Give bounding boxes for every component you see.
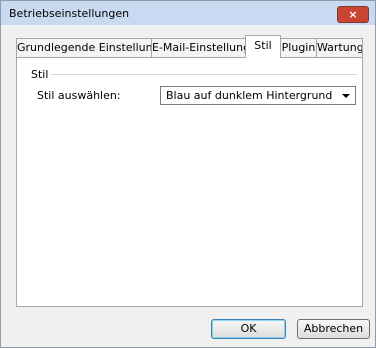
tab-email-settings[interactable]: E-Mail-Einstellungen [151,38,246,57]
tab-style[interactable]: Stil [245,35,281,58]
tab-plugin[interactable]: Plugin [280,38,317,57]
title-bar[interactable]: Betriebseinstellungen × [1,1,375,25]
style-tab-panel: Stil Stil auswählen: Blau auf dunklem Hi… [16,57,363,307]
close-button[interactable]: × [337,6,369,23]
style-select-value: Blau auf dunklem Hintergrund [166,89,333,102]
group-divider [51,74,357,75]
window-title: Betriebseinstellungen [9,7,130,20]
style-group-label: Stil [31,68,49,81]
tab-maintenance[interactable]: Wartung [316,38,363,57]
ok-button[interactable]: OK [211,319,286,339]
settings-dialog: Betriebseinstellungen × Grundlegende Ein… [0,0,376,348]
style-select[interactable]: Blau auf dunklem Hintergrund [160,86,356,105]
chevron-down-icon [342,94,350,98]
cancel-button[interactable]: Abbrechen [297,319,370,339]
tab-basic-settings[interactable]: Grundlegende Einstellungen [16,38,152,57]
style-select-label: Stil auswählen: [37,89,121,102]
close-icon: × [348,8,358,21]
